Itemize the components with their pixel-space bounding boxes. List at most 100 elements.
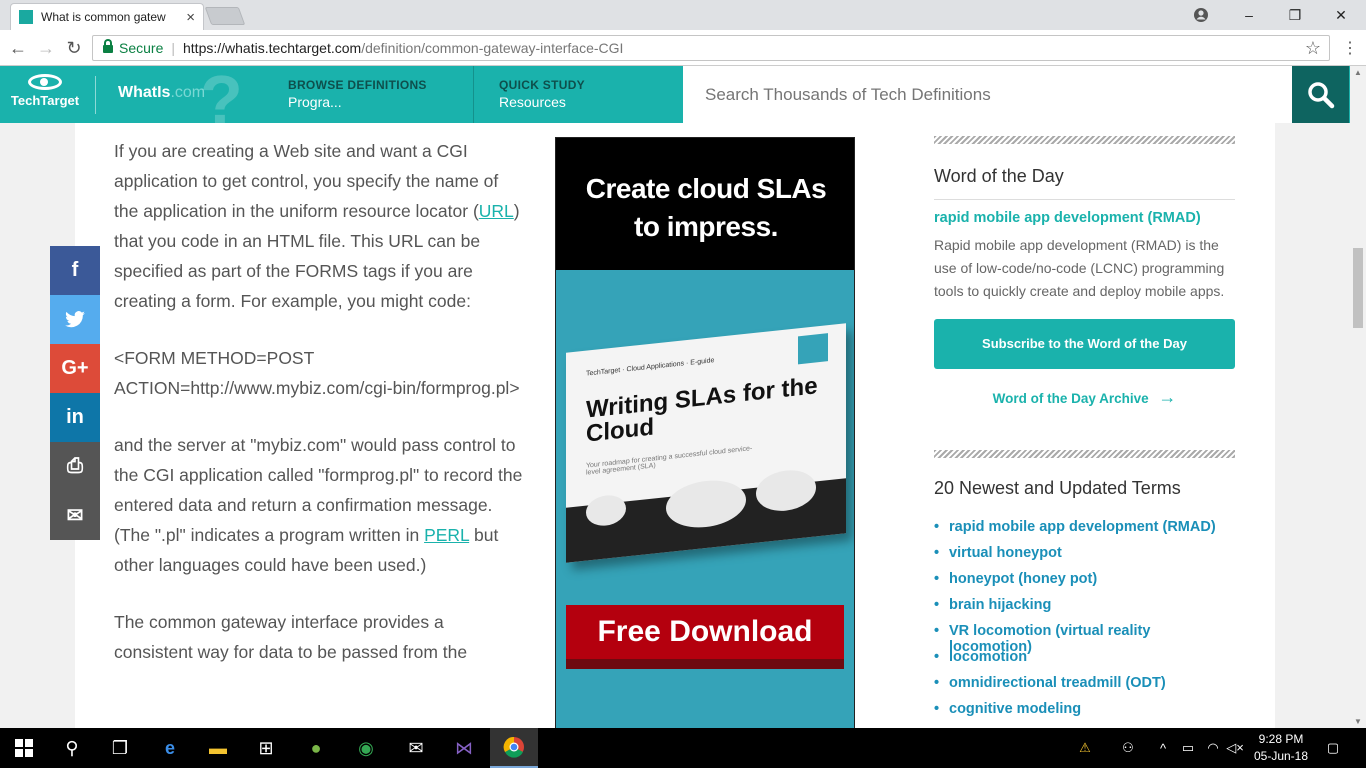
term-link[interactable]: cognitive modeling [934,701,1235,727]
show-hidden-icons-icon[interactable]: ^ [1152,728,1174,768]
new-tab-button[interactable] [204,7,246,25]
share-email-button[interactable]: ✉ [50,491,100,540]
cloud-icon [586,493,626,528]
battery-icon[interactable]: ▭ [1176,728,1200,768]
warning-tray-icon[interactable]: ⚠ [1070,728,1100,768]
subscribe-button[interactable]: Subscribe to the Word of the Day [934,319,1235,369]
share-google-plus-button[interactable]: G+ [50,344,100,393]
notifications-icon[interactable]: ▢ [1320,728,1346,768]
share-facebook-button[interactable]: f [50,246,100,295]
share-linkedin-button[interactable]: in [50,393,100,442]
browser-titlebar: What is common gatew × – ❐ ✕ [0,0,1366,30]
term-link[interactable]: virtual honeypot [934,545,1235,571]
ebook-subtitle: Your roadmap for creating a successful c… [586,445,753,477]
article-body: If you are creating a Web site and want … [114,136,524,694]
facebook-icon: f [71,259,79,281]
term-link[interactable]: locomotion [934,649,1235,675]
whatis-logo[interactable]: WhatIs.com [118,84,205,102]
print-button[interactable]: ⎙ [50,442,100,491]
search-taskbar-icon[interactable]: ⚲ [48,728,96,768]
menu-browse-head: BROWSE DEFINITIONS [288,78,427,92]
archive-label: Word of the Day Archive [992,391,1149,406]
menu-browse-definitions[interactable]: BROWSE DEFINITIONS Progra... [274,66,473,123]
brand-main: WhatIs [118,84,171,101]
section-divider [934,136,1235,144]
scroll-down-icon[interactable]: ▼ [1354,717,1362,726]
page-scrollbar[interactable]: ▲ ▼ [1350,66,1366,728]
browser-toolbar: ← → ↻ Secure | https://whatis.techtarget… [0,30,1366,66]
term-link[interactable]: brain hijacking [934,597,1235,623]
newest-terms-heading: 20 Newest and Updated Terms [934,478,1181,498]
menu-quick-sub: Resources [499,94,566,110]
header-divider [95,76,96,114]
term-link[interactable]: honeypot (honey pot) [934,571,1235,597]
term-link[interactable]: VR locomotion (virtual reality locomotio… [934,623,1235,655]
address-bar[interactable]: Secure | https://whatis.techtarget.com/d… [92,35,1330,61]
start-button[interactable] [0,728,48,768]
brand-suffix: .com [170,84,206,101]
right-sidebar: Word of the Day rapid mobile app develop… [934,136,1235,727]
people-icon[interactable]: ⚇ [1114,728,1142,768]
back-arrow-icon[interactable]: ← [6,36,30,60]
volume-icon[interactable]: ◁× [1224,728,1246,768]
url-link[interactable]: URL [479,201,514,221]
profile-icon[interactable] [1178,0,1224,30]
page-viewport: TechTarget ? WhatIs.com BROWSE DEFINITIO… [0,66,1350,728]
cloud-icon [666,476,746,532]
tab-close-icon[interactable]: × [186,9,195,26]
windows-logo-icon [15,739,33,757]
bookmark-star-icon[interactable]: ☆ [1305,38,1321,59]
lock-icon [103,39,113,53]
chrome-taskbar-icon[interactable] [490,728,538,768]
search-input[interactable] [683,66,1292,123]
search-button[interactable] [1292,66,1349,123]
windows-taskbar: ⚲ ❐ e ▬ ⊞ ● ◉ ✉ ⋈ ⚠ ⚇ ^ ▭ ◠ ◁× 9:28 PM 0… [0,728,1366,768]
browser-tab[interactable]: What is common gatew × [10,3,204,30]
term-link[interactable]: omnidirectional treadmill (ODT) [934,675,1235,701]
file-explorer-icon[interactable]: ▬ [194,728,242,768]
paragraph: The common gateway interface provides a … [114,612,468,662]
restore-button[interactable]: ❐ [1272,0,1318,30]
wifi-icon[interactable]: ◠ [1202,728,1224,768]
taskbar-clock[interactable]: 9:28 PM 05-Jun-18 [1245,731,1317,765]
menu-divider [473,66,474,123]
linkedin-icon: in [66,406,84,428]
section-divider [934,450,1235,458]
tripadvisor-icon[interactable]: ◉ [342,728,390,768]
menu-quick-head: QUICK STUDY [499,78,585,92]
ebook-tag: TechTarget · Cloud Applications · E-guid… [586,357,715,378]
wotd-archive-link[interactable]: Word of the Day Archive → [934,387,1235,408]
evernote-icon[interactable]: ● [292,728,340,768]
techtarget-logo-text: TechTarget [10,93,80,108]
minimize-button[interactable]: – [1226,0,1272,30]
paragraph-text: If you are creating a Web site and want … [114,141,499,221]
perl-link[interactable]: PERL [424,525,469,545]
arrow-right-icon: → [1158,387,1177,407]
wotd-term-link[interactable]: rapid mobile app development (RMAD) [934,210,1235,226]
advertisement[interactable]: Create cloud SLAs to impress. TechTarget… [555,137,855,728]
techtarget-logo[interactable]: TechTarget [10,74,80,108]
task-view-icon[interactable]: ❐ [96,728,144,768]
wotd-heading: Word of the Day [934,166,1064,186]
mail-icon[interactable]: ✉ [392,728,440,768]
cloud-icon [756,467,816,514]
search-icon [1307,81,1334,108]
term-link[interactable]: rapid mobile app development (RMAD) [934,519,1235,545]
scroll-thumb[interactable] [1353,248,1363,328]
ad-headline: Create cloud SLAs to impress. [556,138,854,270]
visual-studio-icon[interactable]: ⋈ [440,728,488,768]
tab-title: What is common gatew [41,10,166,24]
menu-quick-study[interactable]: QUICK STUDY Resources [485,66,683,123]
edge-browser-icon[interactable]: e [146,728,194,768]
scroll-up-icon[interactable]: ▲ [1354,68,1362,77]
browser-menu-icon[interactable]: ⋮ [1342,38,1358,58]
free-download-button[interactable]: Free Download [566,605,844,669]
forward-arrow-icon[interactable]: → [34,36,58,60]
print-icon: ⎙ [67,455,83,477]
url-path: /definition/common-gateway-interface-CGI [361,40,624,56]
share-twitter-button[interactable] [50,295,100,344]
reload-icon[interactable]: ↻ [62,36,86,60]
store-icon[interactable]: ⊞ [242,728,290,768]
site-header: TechTarget ? WhatIs.com BROWSE DEFINITIO… [0,66,1350,139]
close-window-button[interactable]: ✕ [1318,0,1364,30]
